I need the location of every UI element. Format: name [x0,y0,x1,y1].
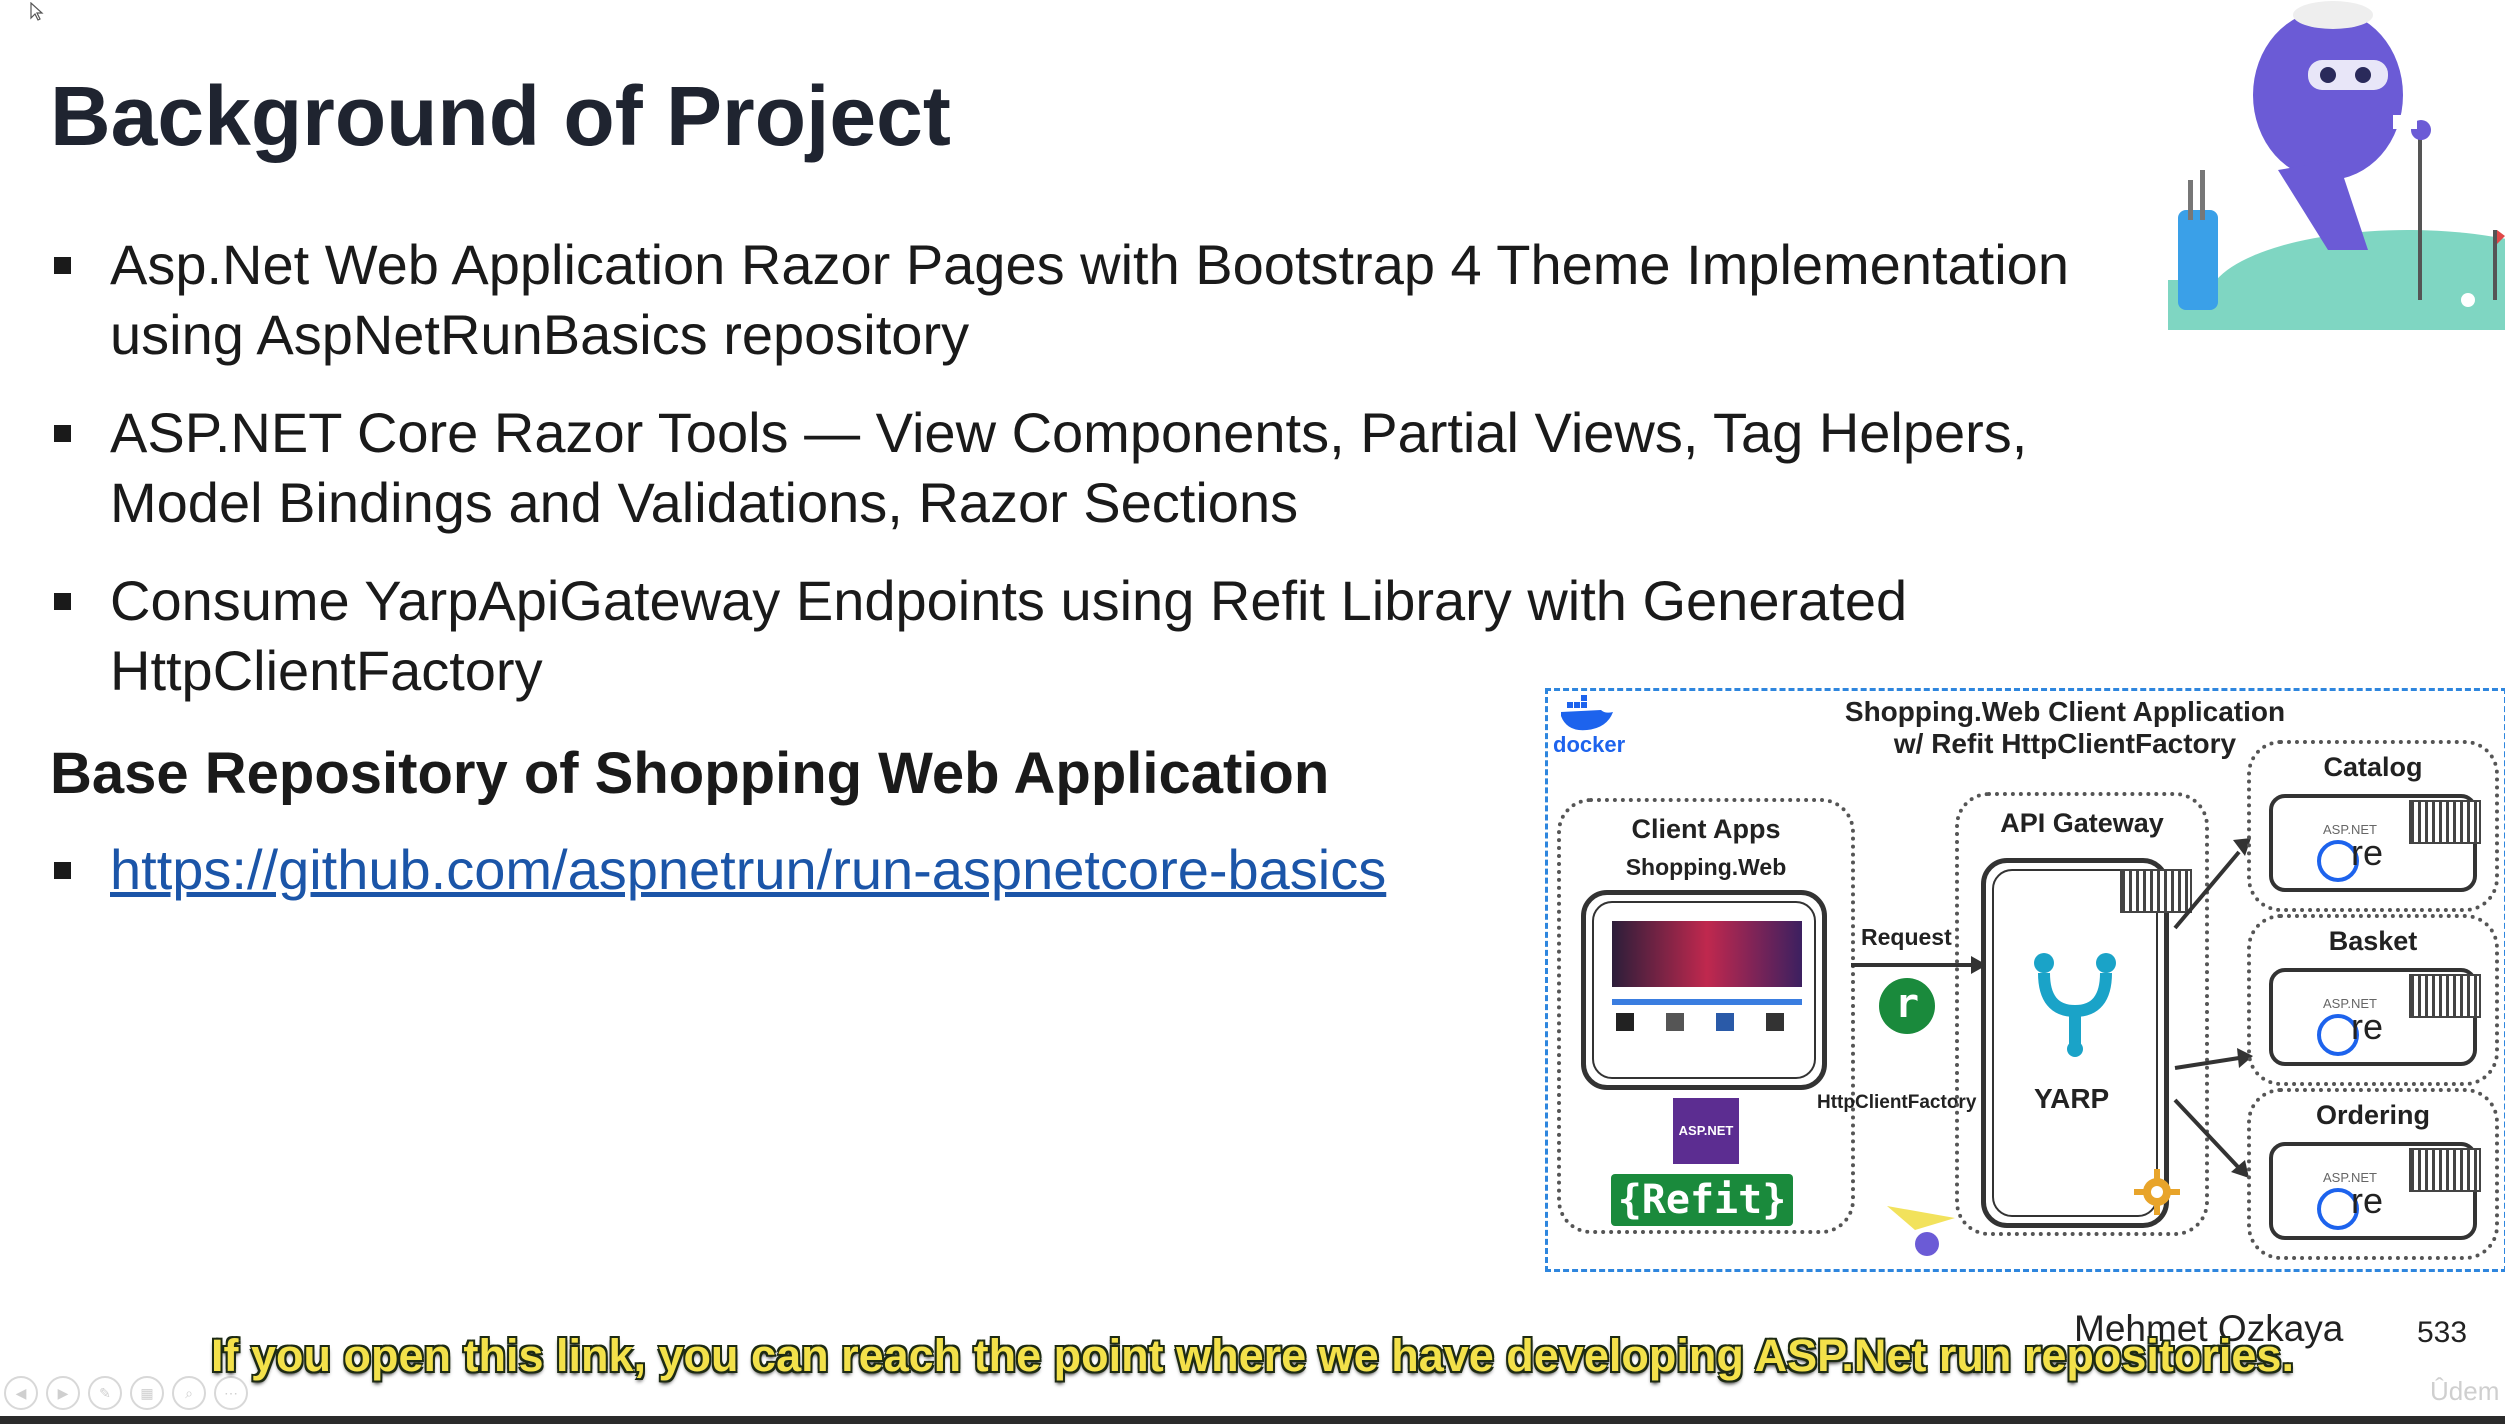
request-label: Request [1861,924,1952,950]
diagram-title-line: Shopping.Web Client Application [1844,696,2286,727]
core-text: re [2351,832,2384,873]
bullet-item: Asp.Net Web Application Razor Pages with… [50,230,2200,370]
service-port-icon [2409,800,2481,844]
screen-hero-banner [1612,921,1802,987]
architecture-diagram: docker Shopping.Web Client Application w… [1545,688,2505,1272]
link-bullet-item: https://github.com/aspnetrun/run-aspnetc… [50,835,1386,905]
http-client-factory-label: HttpClientFactory [1817,1092,1977,1113]
bullet-text-line: using AspNetRunBasics repository [110,303,970,366]
repository-link[interactable]: https://github.com/aspnetrun/run-aspnetc… [110,838,1386,901]
dotnet-bot-glider-icon [1887,1206,1955,1256]
basket-label: Basket [2328,926,2418,956]
api-gateway-label: API Gateway [2000,808,2164,838]
bullet-square-icon [54,593,71,610]
screen-product-thumb [1716,1013,1734,1031]
aspnet-core-logo: ASP.NET re [2269,968,2481,1066]
service-port-icon [2409,974,2481,1018]
screen-product-thumb [1766,1013,1784,1031]
basket-service-box: Basket ASP.NET re [2247,914,2499,1086]
bullet-text-line: ASP.NET Core Razor Tools — View Componen… [110,401,2028,464]
docker-whale-icon [1561,695,1613,731]
gateway-container: YARP [1981,858,2192,1228]
screen-product-thumb [1616,1013,1634,1031]
catalog-label: Catalog [2323,752,2423,782]
mouse-cursor-icon [30,1,44,27]
api-gateway-box: API Gateway YARP [1955,792,2209,1236]
bullet-text-line: Consume YarpApiGateway Endpoints using R… [110,569,1908,632]
bullet-text-line: Model Bindings and Validations, Razor Se… [110,471,1299,534]
bullet-square-icon [54,257,71,274]
video-caption: If you open this link, you can reach the… [211,1330,2294,1381]
refit-r-logo: r [1879,978,1935,1034]
section-subheading: Base Repository of Shopping Web Applicat… [50,741,1330,806]
docker-label: docker [1553,732,1626,757]
client-apps-label: Client Apps [1631,814,1781,844]
client-apps-box: Client Apps Shopping.Web ASP.NET {Refit} [1557,798,1855,1234]
shopping-web-label: Shopping.Web [1625,854,1787,880]
bullet-list: Asp.Net Web Application Razor Pages with… [50,230,2200,734]
bullet-square-icon [54,425,71,442]
bullet-square-icon [54,862,71,879]
yarp-label: YARP [2034,1083,2110,1114]
screen-product-thumb [1666,1013,1684,1031]
player-bottom-bar [0,1416,2505,1424]
yarp-logo-icon [2034,953,2116,1057]
core-text: re [2351,1006,2384,1047]
slide-title: Background of Project [50,69,951,163]
aspnet-core-logo: ASP.NET re [2269,1142,2481,1240]
ordering-label: Ordering [2315,1100,2430,1130]
screen-frame [1592,901,1816,1079]
core-text: re [2351,1180,2384,1221]
service-port-icon [2409,1148,2481,1192]
refit-logo: {Refit} [1611,1174,1793,1226]
screen-nav-bar [1612,999,1802,1005]
bullet-item: ASP.NET Core Razor Tools — View Componen… [50,398,2200,538]
dotnet-bot-golf-illustration [2168,0,2505,370]
routing-arrows [2173,838,2253,1178]
bullet-text-line: Asp.Net Web Application Razor Pages with… [110,233,2069,296]
bullet-item: Consume YarpApiGateway Endpoints using R… [50,566,2200,706]
aspnet-logo: ASP.NET [1673,1098,1739,1164]
ordering-service-box: Ordering ASP.NET re [2247,1088,2499,1260]
shopping-web-screen [1581,890,1827,1090]
aspnet-core-logo: ASP.NET re [2269,794,2481,892]
catalog-service-box: Catalog ASP.NET re [2247,740,2499,912]
